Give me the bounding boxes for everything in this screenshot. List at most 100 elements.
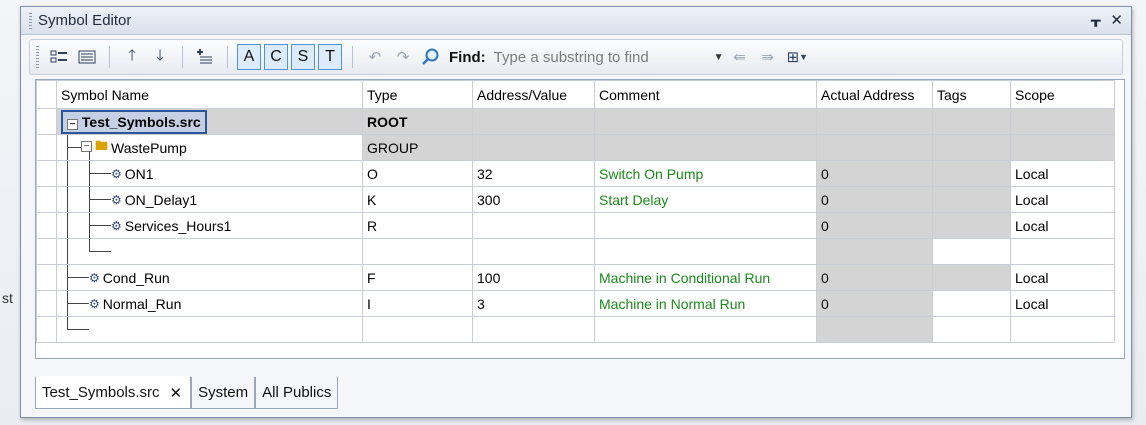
redo-icon[interactable]: ↷ — [391, 44, 415, 70]
row-selector[interactable] — [36, 238, 57, 265]
find-next-icon[interactable]: ⇛ — [756, 44, 780, 70]
table-row[interactable]: ⚙ ON1 O 32 Switch On Pump 0 Local — [36, 160, 1115, 187]
collapse-all-icon[interactable] — [75, 44, 99, 70]
comment-cell[interactable]: Machine in Conditional Run — [594, 264, 817, 291]
type-cell[interactable] — [362, 238, 473, 265]
tab-test-symbols[interactable]: Test_Symbols.src ✕ — [35, 376, 192, 409]
scope-cell[interactable]: Local — [1010, 186, 1115, 213]
row-selector[interactable] — [36, 290, 57, 317]
table-row[interactable]: ⚙ Services_Hours1 R 0 Local — [36, 212, 1115, 239]
address-cell[interactable] — [472, 212, 595, 239]
toolbar-grip[interactable] — [36, 46, 39, 68]
insert-row-icon[interactable] — [193, 44, 217, 70]
scope-cell[interactable]: Local — [1010, 212, 1115, 239]
table-row[interactable]: ⚙ Cond_Run F 100 Machine in Conditional … — [36, 264, 1115, 291]
find-previous-icon[interactable]: ⇚ — [728, 44, 752, 70]
type-cell[interactable]: ROOT — [362, 108, 473, 135]
address-cell[interactable] — [472, 316, 595, 343]
comment-cell[interactable] — [594, 134, 817, 161]
close-tab-icon[interactable]: ✕ — [170, 384, 183, 402]
tags-cell[interactable] — [932, 212, 1011, 239]
symbol-name-cell[interactable]: ⚙ ON1 — [56, 160, 363, 187]
comment-cell[interactable] — [594, 316, 817, 343]
type-cell[interactable]: K — [362, 186, 473, 213]
address-cell[interactable] — [472, 238, 595, 265]
col-header-symbol-name[interactable]: Symbol Name — [56, 80, 363, 109]
tags-cell[interactable] — [932, 160, 1011, 187]
pin-icon[interactable]: ᚁ — [1091, 11, 1101, 29]
address-cell[interactable] — [472, 134, 595, 161]
tags-cell[interactable] — [932, 238, 1011, 265]
symbol-name-cell[interactable]: − 🖿 WastePump — [56, 134, 363, 161]
move-up-icon[interactable]: 🡑 — [120, 44, 144, 70]
tab-system[interactable]: System — [191, 377, 256, 409]
row-selector[interactable] — [36, 212, 57, 239]
tags-cell[interactable] — [932, 134, 1011, 161]
row-selector[interactable] — [36, 108, 57, 135]
undo-icon[interactable]: ↶ — [363, 44, 387, 70]
scope-cell[interactable] — [1010, 238, 1115, 265]
type-cell[interactable]: F — [362, 264, 473, 291]
symbol-name-cell[interactable]: ⚙ ON_Delay1 — [56, 186, 363, 213]
row-selector[interactable] — [36, 160, 57, 187]
scope-cell[interactable] — [1010, 316, 1115, 343]
row-selector[interactable] — [36, 134, 57, 161]
address-cell[interactable]: 100 — [472, 264, 595, 291]
tags-cell[interactable] — [932, 108, 1011, 135]
type-cell[interactable]: I — [362, 290, 473, 317]
address-cell[interactable]: 300 — [472, 186, 595, 213]
root-node-label[interactable]: − Test_Symbols.src — [61, 109, 207, 134]
collapse-icon[interactable]: − — [67, 118, 78, 130]
table-row[interactable]: ⚙ Normal_Run I 3 Machine in Normal Run 0… — [36, 290, 1115, 317]
row-selector[interactable] — [36, 264, 57, 291]
table-row[interactable]: − 🖿 WastePump GROUP — [36, 134, 1115, 161]
close-icon[interactable]: ✕ — [1110, 11, 1123, 29]
scope-cell[interactable] — [1010, 108, 1115, 135]
address-cell[interactable]: 3 — [472, 290, 595, 317]
symbol-name-cell[interactable]: ⚙ Cond_Run — [56, 264, 363, 291]
find-dropdown-icon[interactable]: ▼ — [714, 52, 724, 63]
toggle-t-button[interactable]: T — [318, 44, 342, 70]
scope-cell[interactable]: Local — [1010, 160, 1115, 187]
col-header-tags[interactable]: Tags — [932, 80, 1011, 109]
comment-cell[interactable] — [594, 108, 817, 135]
toggle-a-button[interactable]: A — [237, 44, 261, 70]
symbol-name-cell[interactable]: − Test_Symbols.src — [56, 108, 363, 135]
col-header-actual-address[interactable]: Actual Address — [816, 80, 933, 109]
move-down-icon[interactable]: 🡓 — [148, 44, 172, 70]
tags-cell[interactable] — [932, 264, 1011, 291]
table-row[interactable] — [36, 316, 1115, 343]
row-selector[interactable] — [36, 186, 57, 213]
comment-cell[interactable]: Machine in Normal Run — [594, 290, 817, 317]
symbol-name-cell[interactable]: ⚙ Services_Hours1 — [56, 212, 363, 239]
col-header-scope[interactable]: Scope — [1010, 80, 1115, 109]
expand-all-icon[interactable] — [47, 44, 71, 70]
symbol-name-cell[interactable] — [56, 238, 363, 265]
tab-all-publics[interactable]: All Publics — [255, 377, 339, 409]
comment-cell[interactable] — [594, 212, 817, 239]
row-selector[interactable] — [36, 316, 57, 343]
type-cell[interactable]: GROUP — [362, 134, 473, 161]
address-cell[interactable]: 32 — [472, 160, 595, 187]
col-header-address[interactable]: Address/Value — [472, 80, 595, 109]
symbol-name-cell[interactable]: ⚙ Normal_Run — [56, 290, 363, 317]
comment-cell[interactable]: Switch On Pump — [594, 160, 817, 187]
toggle-s-button[interactable]: S — [291, 44, 315, 70]
table-row[interactable]: ⚙ ON_Delay1 K 300 Start Delay 0 Local — [36, 186, 1115, 213]
symbol-name-cell[interactable] — [56, 316, 363, 343]
scope-cell[interactable]: Local — [1010, 264, 1115, 291]
type-cell[interactable]: O — [362, 160, 473, 187]
tags-cell[interactable] — [932, 316, 1011, 343]
tags-cell[interactable] — [932, 186, 1011, 213]
comment-cell[interactable]: Start Delay — [594, 186, 817, 213]
type-cell[interactable] — [362, 316, 473, 343]
toggle-c-button[interactable]: C — [264, 44, 288, 70]
collapse-icon[interactable]: − — [81, 141, 92, 152]
scope-cell[interactable] — [1010, 134, 1115, 161]
col-header-type[interactable]: Type — [362, 80, 473, 109]
address-cell[interactable] — [472, 108, 595, 135]
table-row[interactable]: − Test_Symbols.src ROOT — [36, 108, 1115, 135]
panel-titlebar[interactable]: Symbol Editor ᚁ ✕ — [21, 7, 1131, 35]
add-dropdown-icon[interactable]: ⊞ ▼ — [784, 44, 812, 70]
table-row[interactable] — [36, 238, 1115, 265]
